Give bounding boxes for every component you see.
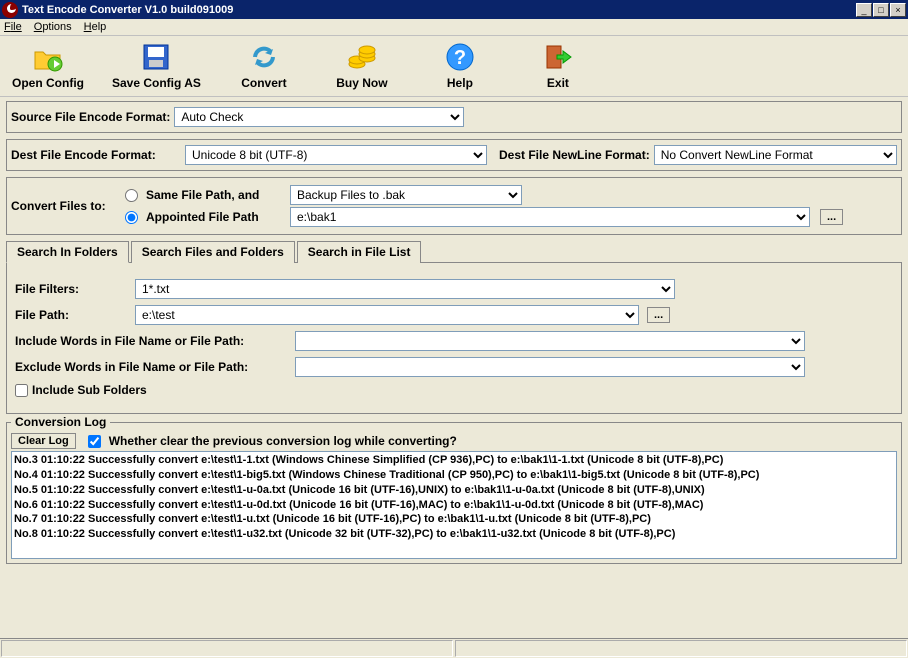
source-panel: Source File Encode Format: Auto Check <box>6 101 902 133</box>
toolbar: Open Config Save Config AS Convert Buy N… <box>0 36 908 97</box>
file-filters-label: File Filters: <box>15 282 135 296</box>
browse-path-button[interactable]: ... <box>647 307 670 323</box>
app-icon <box>2 2 18 18</box>
close-button[interactable]: × <box>890 3 906 17</box>
svg-text:?: ? <box>454 47 466 69</box>
browse-dest-button[interactable]: ... <box>820 209 843 225</box>
appointed-path-label: Appointed File Path <box>146 210 286 224</box>
maximize-button[interactable]: □ <box>873 3 889 17</box>
log-line: No.3 01:10:22 Successfully convert e:\te… <box>14 453 894 468</box>
log-textarea[interactable]: No.3 01:10:22 Successfully convert e:\te… <box>11 451 897 559</box>
search-tabs: Search In Folders Search Files and Folde… <box>6 241 902 263</box>
file-path-select[interactable]: e:\test <box>135 305 639 325</box>
exclude-words-select[interactable] <box>295 357 805 377</box>
conversion-log-fieldset: Conversion Log Clear Log Whether clear t… <box>6 422 902 564</box>
convert-to-label: Convert Files to: <box>11 199 113 213</box>
file-filters-select[interactable]: 1*.txt <box>135 279 675 299</box>
tab-panel-search-in-folders: File Filters: 1*.txt File Path: e:\test … <box>6 262 902 414</box>
buy-now-button[interactable]: Buy Now <box>327 40 397 90</box>
tab-search-files-and-folders[interactable]: Search Files and Folders <box>131 241 295 263</box>
clear-prev-log-checkbox[interactable] <box>88 435 101 448</box>
log-line: No.7 01:10:22 Successfully convert e:\te… <box>14 512 894 527</box>
exclude-words-label: Exclude Words in File Name or File Path: <box>15 360 295 374</box>
status-pane-2 <box>455 640 907 657</box>
help-icon: ? <box>443 40 477 74</box>
menu-help[interactable]: Help <box>84 21 107 33</box>
help-button[interactable]: ? Help <box>425 40 495 90</box>
folder-open-icon <box>31 40 65 74</box>
dest-encode-select[interactable]: Unicode 8 bit (UTF-8) <box>185 145 487 165</box>
statusbar <box>0 638 908 658</box>
tab-search-in-file-list[interactable]: Search in File List <box>297 241 422 263</box>
save-icon <box>139 40 173 74</box>
window-title: Text Encode Converter V1.0 build091009 <box>22 4 233 16</box>
convert-button[interactable]: Convert <box>229 40 299 90</box>
titlebar: Text Encode Converter V1.0 build091009 _… <box>0 0 908 19</box>
dest-encode-label: Dest File Encode Format: <box>11 148 181 162</box>
log-line: No.8 01:10:22 Successfully convert e:\te… <box>14 527 894 542</box>
include-sub-folders-checkbox[interactable] <box>15 384 28 397</box>
menubar: File Options Help <box>0 19 908 36</box>
open-config-button[interactable]: Open Config <box>12 40 84 90</box>
include-words-select[interactable] <box>295 331 805 351</box>
same-path-radio[interactable] <box>125 189 138 202</box>
log-line: No.4 01:10:22 Successfully convert e:\te… <box>14 468 894 483</box>
convert-to-panel: Convert Files to: Same File Path, and Ba… <box>6 177 902 235</box>
menu-options[interactable]: Options <box>34 21 72 33</box>
conversion-log-legend: Conversion Log <box>11 415 110 429</box>
exit-icon <box>541 40 575 74</box>
dest-newline-select[interactable]: No Convert NewLine Format <box>654 145 897 165</box>
file-path-label: File Path: <box>15 308 135 322</box>
source-encode-select[interactable]: Auto Check <box>174 107 464 127</box>
dest-newline-label: Dest File NewLine Format: <box>499 148 650 162</box>
log-line: No.6 01:10:22 Successfully convert e:\te… <box>14 498 894 513</box>
exit-button[interactable]: Exit <box>523 40 593 90</box>
include-sub-folders-label: Include Sub Folders <box>32 383 147 397</box>
include-words-label: Include Words in File Name or File Path: <box>15 334 295 348</box>
clear-prev-log-label: Whether clear the previous conversion lo… <box>109 434 457 448</box>
source-encode-label: Source File Encode Format: <box>11 110 170 124</box>
appointed-path-radio[interactable] <box>125 211 138 224</box>
coins-icon <box>345 40 379 74</box>
refresh-icon <box>247 40 281 74</box>
backup-select[interactable]: Backup Files to .bak <box>290 185 522 205</box>
save-config-button[interactable]: Save Config AS <box>112 40 201 90</box>
clear-log-button[interactable]: Clear Log <box>11 433 76 449</box>
same-path-label: Same File Path, and <box>146 188 286 202</box>
appointed-path-select[interactable]: e:\bak1 <box>290 207 810 227</box>
tab-search-in-folders[interactable]: Search In Folders <box>6 241 129 263</box>
log-line: No.5 01:10:22 Successfully convert e:\te… <box>14 483 894 498</box>
menu-file[interactable]: File <box>4 21 22 33</box>
status-pane-1 <box>1 640 453 657</box>
dest-panel: Dest File Encode Format: Unicode 8 bit (… <box>6 139 902 171</box>
minimize-button[interactable]: _ <box>856 3 872 17</box>
